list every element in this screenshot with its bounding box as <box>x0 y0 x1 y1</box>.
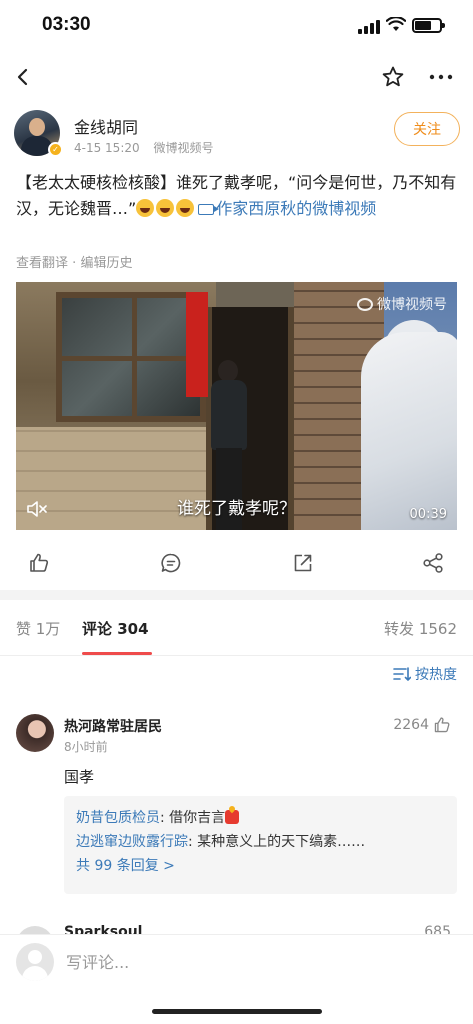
share-icon <box>423 553 443 573</box>
nav-bar <box>0 52 473 100</box>
laughing-emoji-icon <box>156 199 175 217</box>
reply-user[interactable]: 边逃窜边败露行踪 <box>76 834 188 850</box>
repost-button[interactable] <box>286 546 320 580</box>
interaction-tabs: 赞 1万 评论 304 转发 1562 <box>0 608 473 656</box>
like-button[interactable] <box>22 546 56 580</box>
reply-preview-box[interactable]: 奶昔包质检员: 借你吉言 边逃窜边败露行踪: 某种意义上的天下缟素…… 共 99… <box>64 796 457 894</box>
comment-text: 国孝 <box>64 768 95 786</box>
comment-button[interactable] <box>154 546 188 580</box>
mute-icon[interactable] <box>26 500 48 518</box>
video-watermark: 微博视频号 <box>357 294 447 314</box>
back-button[interactable] <box>6 60 40 94</box>
comment-icon <box>161 553 181 573</box>
video-link[interactable]: 作家西原秋的微博视频 <box>216 199 376 218</box>
post-source: 微博视频号 <box>153 141 214 155</box>
favorite-button[interactable] <box>376 60 410 94</box>
translate-link[interactable]: 查看翻译 <box>16 256 68 271</box>
comment-like-count: 2264 <box>393 717 429 733</box>
sort-label: 按热度 <box>415 667 457 683</box>
status-bar: 03:30 <box>0 0 473 52</box>
post-meta: 4-15 15:20 微博视频号 <box>74 139 223 156</box>
tab-comments[interactable]: 评论 304 <box>82 618 149 639</box>
comment-input-bar: 写评论... <box>0 934 473 1024</box>
laughing-emoji-icon <box>136 199 155 217</box>
video-player[interactable]: 微博视频号 谁死了戴孝呢？ 00:39 <box>16 282 457 530</box>
thumb-up-icon <box>434 717 450 733</box>
video-subtitle: 谁死了戴孝呢？ <box>177 499 296 519</box>
edit-history-link[interactable]: 编辑历史 <box>80 256 132 271</box>
star-icon <box>382 66 404 87</box>
back-arrow-icon <box>17 68 28 86</box>
reply-text: 某种意义上的天下缟素…… <box>197 834 366 850</box>
video-duration: 00:39 <box>409 507 447 522</box>
reply-user[interactable]: 奶昔包质检员 <box>76 810 160 826</box>
comment-like-button[interactable]: 2264 <box>393 716 451 734</box>
laughing-emoji-icon <box>176 199 195 217</box>
reply-item: 边逃窜边败露行踪: 某种意义上的天下缟素…… <box>76 834 366 850</box>
reply-text: 借你吉言 <box>169 810 226 826</box>
signal-icon <box>358 20 380 34</box>
video-frame-window <box>56 292 206 422</box>
more-icon <box>429 74 453 80</box>
active-tab-indicator <box>82 652 152 655</box>
author-name[interactable]: 金线胡同 <box>74 114 138 138</box>
comment-input[interactable]: 写评论... <box>66 949 129 973</box>
more-button[interactable] <box>424 60 458 94</box>
repost-icon <box>294 554 312 572</box>
more-replies-link[interactable]: 共 99 条回复 > <box>76 854 445 878</box>
tab-likes[interactable]: 赞 1万 <box>16 618 60 639</box>
tab-reposts[interactable]: 转发 1562 <box>384 618 457 639</box>
wifi-icon <box>386 17 406 31</box>
video-frame-red-couplet <box>186 292 208 397</box>
red-envelope-emoji-icon <box>225 810 240 824</box>
my-avatar <box>16 943 54 981</box>
comment-time: 8小时前 <box>64 740 108 754</box>
weibo-logo-icon <box>357 297 373 311</box>
verified-badge-icon: ✓ <box>48 142 63 157</box>
post-header: ✓ 金线胡同 4-15 15:20 微博视频号 关注 <box>14 108 460 162</box>
post-text-actions: 查看翻译 · 编辑历史 <box>16 256 133 271</box>
home-indicator <box>152 1009 322 1014</box>
post-text: 【老太太硬核检核酸】谁死了戴孝呢，“问今是何世，乃不知有汉，无论魏晋…” 作家西原… <box>16 170 462 222</box>
reply-item: 奶昔包质检员: 借你吉言 <box>76 806 445 830</box>
battery-icon <box>412 18 445 33</box>
sort-icon <box>393 667 411 681</box>
post-date: 4-15 15:20 <box>74 141 140 155</box>
follow-button[interactable]: 关注 <box>394 112 460 146</box>
sort-toggle[interactable]: 按热度 <box>393 664 457 684</box>
commenter-avatar[interactable] <box>16 714 54 752</box>
commenter-name[interactable]: 热河路常驻居民 <box>64 716 162 736</box>
post-action-bar <box>0 540 473 582</box>
thumb-up-icon <box>30 553 49 572</box>
video-link-icon <box>198 204 220 215</box>
status-time: 03:30 <box>42 14 91 35</box>
section-divider <box>0 590 473 600</box>
share-button[interactable] <box>416 546 450 580</box>
